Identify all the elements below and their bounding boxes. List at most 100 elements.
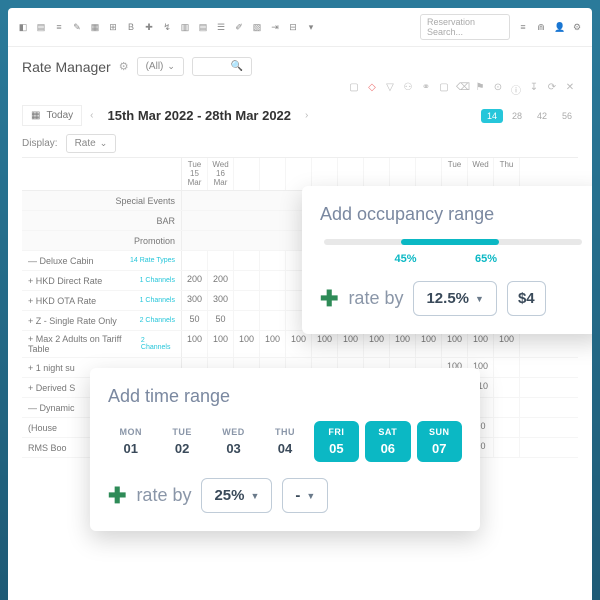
toolbar-icon[interactable]: ▤ — [36, 22, 46, 33]
rate-cell[interactable] — [234, 271, 260, 290]
reservation-search-input[interactable]: Reservation Search... — [420, 14, 510, 40]
rate-cell[interactable]: 200 — [182, 271, 208, 290]
day-button[interactable]: TUE02 — [159, 421, 204, 462]
day-button[interactable]: THU04 — [262, 421, 307, 462]
toolbar-icon[interactable]: ↯ — [162, 22, 172, 33]
toolbar-icon[interactable]: ⇥ — [270, 22, 280, 33]
toolbar-icon[interactable]: ⊞ — [108, 22, 118, 33]
occupancy-range-slider[interactable] — [324, 239, 582, 245]
rate-cell[interactable] — [494, 398, 520, 417]
refresh-icon[interactable]: ⟳ — [546, 82, 558, 97]
prev-week-button[interactable]: ‹ — [90, 110, 93, 121]
rate-cell[interactable] — [260, 271, 286, 290]
row-label: + HKD OTA Rate — [28, 296, 96, 306]
settings-icon[interactable]: ⊙ — [492, 82, 504, 97]
clipboard-icon[interactable]: ▢ — [438, 82, 450, 97]
toolbar-icon[interactable]: ✐ — [234, 22, 244, 33]
rate-cell[interactable]: 100 — [468, 331, 494, 357]
rate-amount-field[interactable]: $4 — [507, 281, 546, 316]
rate-cell[interactable] — [494, 438, 520, 457]
comment-icon[interactable]: ◇ — [366, 82, 378, 97]
filter-icon[interactable]: ▽ — [384, 82, 396, 97]
view-42-button[interactable]: 42 — [531, 109, 553, 123]
link-icon[interactable]: ⚭ — [420, 82, 432, 97]
toolbar-icon[interactable]: ✚ — [144, 22, 154, 33]
export-icon[interactable]: ↧ — [528, 82, 540, 97]
rate-cell[interactable] — [182, 251, 208, 270]
rate-percent-dropdown[interactable]: 12.5% — [413, 281, 496, 316]
rate-cell[interactable] — [494, 418, 520, 437]
settings-icon[interactable]: ⚙ — [572, 22, 582, 33]
toolbar-icon[interactable]: ▾ — [306, 22, 316, 33]
rate-cell[interactable]: 100 — [390, 331, 416, 357]
rate-cell[interactable]: 100 — [234, 331, 260, 357]
rate-cell[interactable]: 100 — [208, 331, 234, 357]
today-button[interactable]: ▦ Today — [22, 105, 82, 126]
rate-cell[interactable]: 100 — [260, 331, 286, 357]
rate-cell[interactable] — [234, 291, 260, 310]
rate-percent-dropdown[interactable]: 25% — [201, 478, 272, 513]
rate-cell[interactable] — [260, 291, 286, 310]
rate-search-input[interactable]: 🔍 — [192, 57, 252, 76]
rate-cell[interactable] — [494, 358, 520, 377]
date-range-label: 15th Mar 2022 - 28th Mar 2022 — [107, 108, 291, 123]
display-dropdown[interactable]: Rate — [66, 134, 117, 153]
rate-cell[interactable] — [494, 378, 520, 397]
rate-cell[interactable] — [234, 311, 260, 330]
rate-cell[interactable]: 100 — [416, 331, 442, 357]
rate-cell[interactable]: 100 — [312, 331, 338, 357]
flag-icon[interactable]: ⚑ — [474, 82, 486, 97]
rate-row[interactable]: + Max 2 Adults on Tariff Table2 Channels… — [22, 331, 578, 358]
property-filter-dropdown[interactable]: (All) — [137, 57, 184, 76]
rate-cell[interactable]: 100 — [286, 331, 312, 357]
info-icon[interactable]: ⓘ — [510, 82, 522, 97]
range-labels: 45% 65% — [320, 253, 586, 265]
rate-cell[interactable] — [260, 311, 286, 330]
toolbar-icon[interactable]: ▤ — [198, 22, 208, 33]
user-icon[interactable]: 👤 — [554, 22, 564, 33]
rate-cell[interactable]: 50 — [182, 311, 208, 330]
trash-icon[interactable]: ⌫ — [456, 82, 468, 97]
rate-cell[interactable]: 100 — [442, 331, 468, 357]
close-icon[interactable]: ✕ — [564, 82, 576, 97]
view-14-button[interactable]: 14 — [481, 109, 503, 123]
day-button[interactable]: SUN07 — [417, 421, 462, 462]
menu-icon[interactable]: ≡ — [518, 22, 528, 32]
toolbar-icon[interactable]: B — [126, 22, 136, 32]
rate-cell[interactable] — [208, 251, 234, 270]
toolbar-icon[interactable]: ▦ — [90, 22, 100, 33]
day-button[interactable]: FRI05 — [314, 421, 359, 462]
rate-cell[interactable]: 300 — [182, 291, 208, 310]
range-low-label: 45% — [394, 253, 416, 265]
rate-cell[interactable]: 100 — [338, 331, 364, 357]
rate-cell[interactable]: 50 — [208, 311, 234, 330]
rate-cell[interactable]: 100 — [494, 331, 520, 357]
toolbar-icon[interactable]: ◧ — [18, 22, 28, 33]
wifi-icon[interactable]: ⋒ — [536, 22, 546, 33]
toolbar-icon[interactable]: ⊟ — [288, 22, 298, 33]
toolbar-icon[interactable]: ≡ — [54, 22, 64, 32]
rate-cell[interactable]: 300 — [208, 291, 234, 310]
day-button[interactable]: MON01 — [108, 421, 153, 462]
rate-cell[interactable] — [234, 251, 260, 270]
next-week-button[interactable]: › — [305, 110, 308, 121]
rate-cell[interactable]: 100 — [364, 331, 390, 357]
toolbar-icon[interactable]: ▥ — [180, 22, 190, 33]
rate-secondary-dropdown[interactable]: - — [282, 478, 328, 513]
day-button[interactable]: WED03 — [211, 421, 256, 462]
plus-icon[interactable]: ✚ — [108, 483, 126, 509]
rate-cell[interactable]: 200 — [208, 271, 234, 290]
toolbar-icon[interactable]: ▧ — [252, 22, 262, 33]
view-56-button[interactable]: 56 — [556, 109, 578, 123]
row-meta: 1 Channels — [140, 277, 175, 284]
copy-icon[interactable]: ▢ — [348, 82, 360, 97]
user-icon[interactable]: ⚇ — [402, 82, 414, 97]
view-28-button[interactable]: 28 — [506, 109, 528, 123]
rate-config-icon[interactable]: ⚙ — [119, 60, 129, 73]
plus-icon[interactable]: ✚ — [320, 286, 338, 312]
rate-cell[interactable]: 100 — [182, 331, 208, 357]
day-button[interactable]: SAT06 — [365, 421, 410, 462]
toolbar-icon[interactable]: ☰ — [216, 22, 226, 33]
toolbar-icon[interactable]: ✎ — [72, 22, 82, 33]
rate-cell[interactable] — [260, 251, 286, 270]
